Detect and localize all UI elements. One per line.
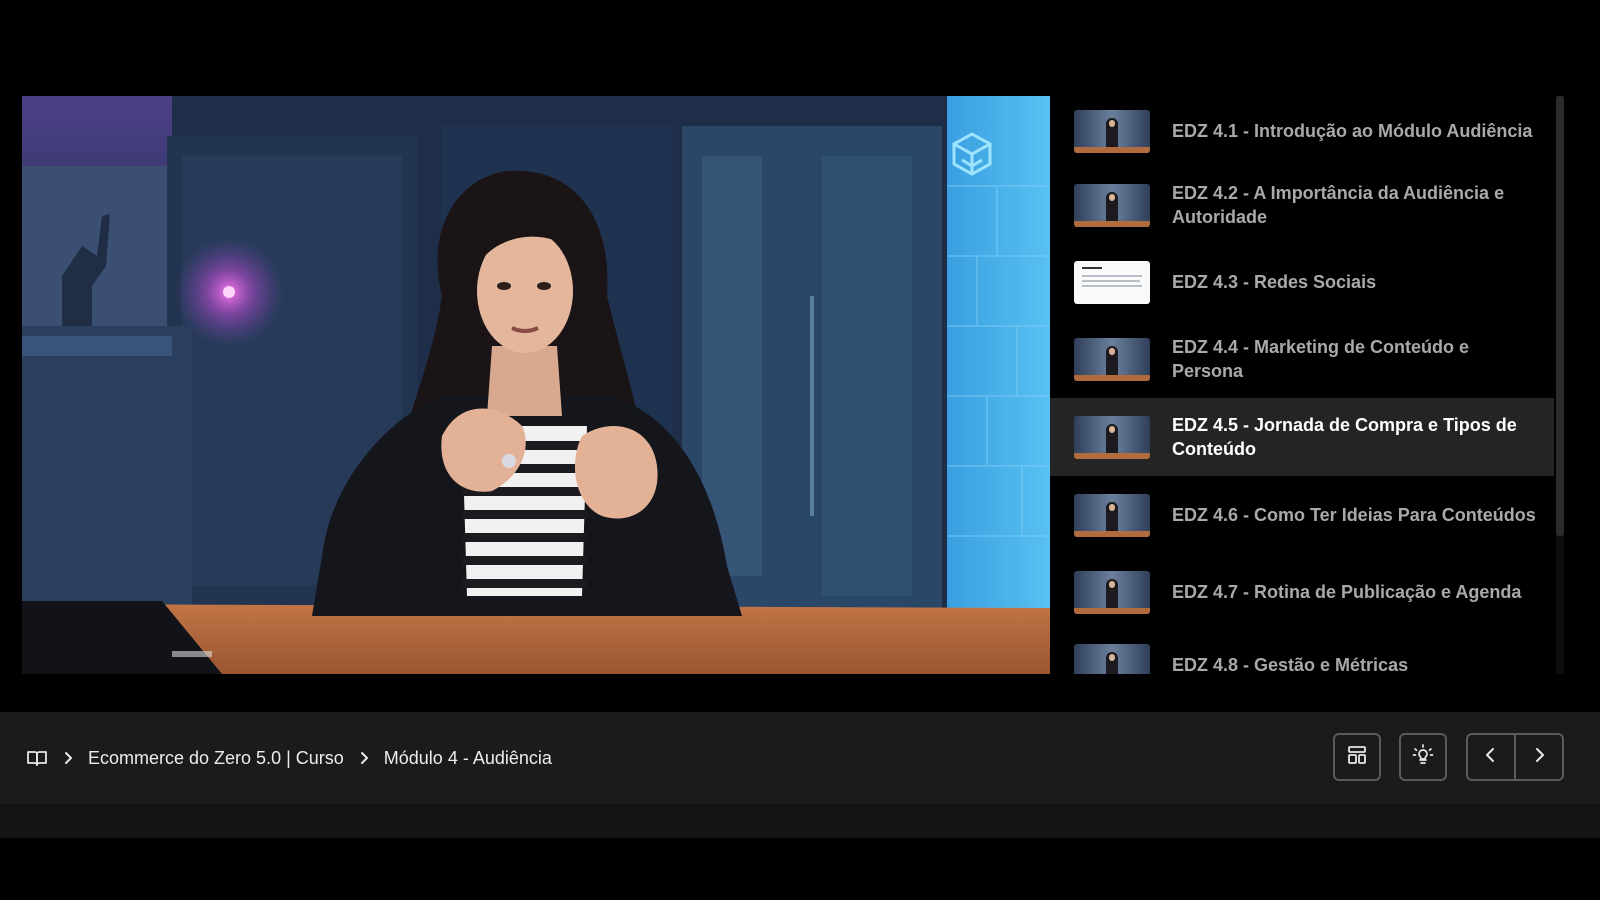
lesson-item[interactable]: EDZ 4.7 - Rotina de Publicação e Agenda xyxy=(1050,554,1554,630)
lesson-thumbnail xyxy=(1074,183,1150,227)
video-player[interactable] xyxy=(22,96,1050,674)
lesson-thumbnail xyxy=(1074,337,1150,381)
previous-lesson-button[interactable] xyxy=(1468,735,1514,779)
lesson-thumbnail xyxy=(1074,109,1150,153)
chevron-right-icon xyxy=(1530,746,1548,769)
lesson-thumbnail xyxy=(1074,493,1150,537)
book-icon[interactable] xyxy=(26,748,48,768)
chevron-right-icon xyxy=(356,750,372,766)
layout-toggle-button[interactable] xyxy=(1333,733,1381,781)
playlist-scrollbar[interactable] xyxy=(1556,96,1564,536)
next-lesson-button[interactable] xyxy=(1516,735,1562,779)
lesson-playlist: EDZ 4.1 - Introdução ao Módulo Audiência… xyxy=(1050,96,1564,674)
breadcrumb-module[interactable]: Módulo 4 - Audiência xyxy=(384,748,552,769)
lesson-title: EDZ 4.8 - Gestão e Métricas xyxy=(1172,655,1409,674)
lesson-title: EDZ 4.5 - Jornada de Compra e Tipos de C… xyxy=(1172,415,1517,459)
lesson-item[interactable]: EDZ 4.1 - Introdução ao Módulo Audiência xyxy=(1050,96,1554,166)
layout-icon xyxy=(1346,744,1368,771)
lesson-title: EDZ 4.1 - Introdução ao Módulo Audiência xyxy=(1172,121,1533,141)
lesson-item[interactable]: EDZ 4.2 - A Importância da Audiência e A… xyxy=(1050,166,1554,244)
chevron-left-icon xyxy=(1482,746,1500,769)
lesson-title: EDZ 4.7 - Rotina de Publicação e Agenda xyxy=(1172,582,1522,602)
lesson-title: EDZ 4.4 - Marketing de Conteúdo e Person… xyxy=(1172,337,1470,381)
lesson-navigation xyxy=(1466,733,1564,781)
video-frame xyxy=(22,96,1050,674)
lesson-title: EDZ 4.3 - Redes Sociais xyxy=(1172,272,1377,292)
bottom-strip xyxy=(0,804,1600,838)
chevron-right-icon xyxy=(60,750,76,766)
lesson-thumbnail xyxy=(1074,570,1150,614)
lightbulb-icon xyxy=(1411,743,1435,772)
lesson-item[interactable]: EDZ 4.4 - Marketing de Conteúdo e Person… xyxy=(1050,320,1554,398)
lesson-item-active[interactable]: EDZ 4.5 - Jornada de Compra e Tipos de C… xyxy=(1050,398,1554,476)
lesson-thumbnail xyxy=(1074,643,1150,674)
focus-mode-button[interactable] xyxy=(1399,733,1447,781)
lesson-list: EDZ 4.1 - Introdução ao Módulo Audiência… xyxy=(1050,96,1554,674)
lesson-item[interactable]: EDZ 4.8 - Gestão e Métricas xyxy=(1050,630,1554,674)
breadcrumb-course[interactable]: Ecommerce do Zero 5.0 | Curso xyxy=(88,748,344,769)
lesson-item[interactable]: EDZ 4.6 - Como Ter Ideias Para Conteúdos xyxy=(1050,476,1554,554)
course-player-page: EDZ 4.1 - Introdução ao Módulo Audiência… xyxy=(0,0,1600,900)
lesson-thumbnail xyxy=(1074,260,1150,304)
lesson-item[interactable]: EDZ 4.3 - Redes Sociais xyxy=(1050,244,1554,320)
lesson-thumbnail xyxy=(1074,415,1150,459)
lesson-title: EDZ 4.6 - Como Ter Ideias Para Conteúdos xyxy=(1172,505,1536,525)
breadcrumb: Ecommerce do Zero 5.0 | Curso Módulo 4 -… xyxy=(26,742,552,774)
lesson-title: EDZ 4.2 - A Importância da Audiência e A… xyxy=(1172,183,1505,227)
